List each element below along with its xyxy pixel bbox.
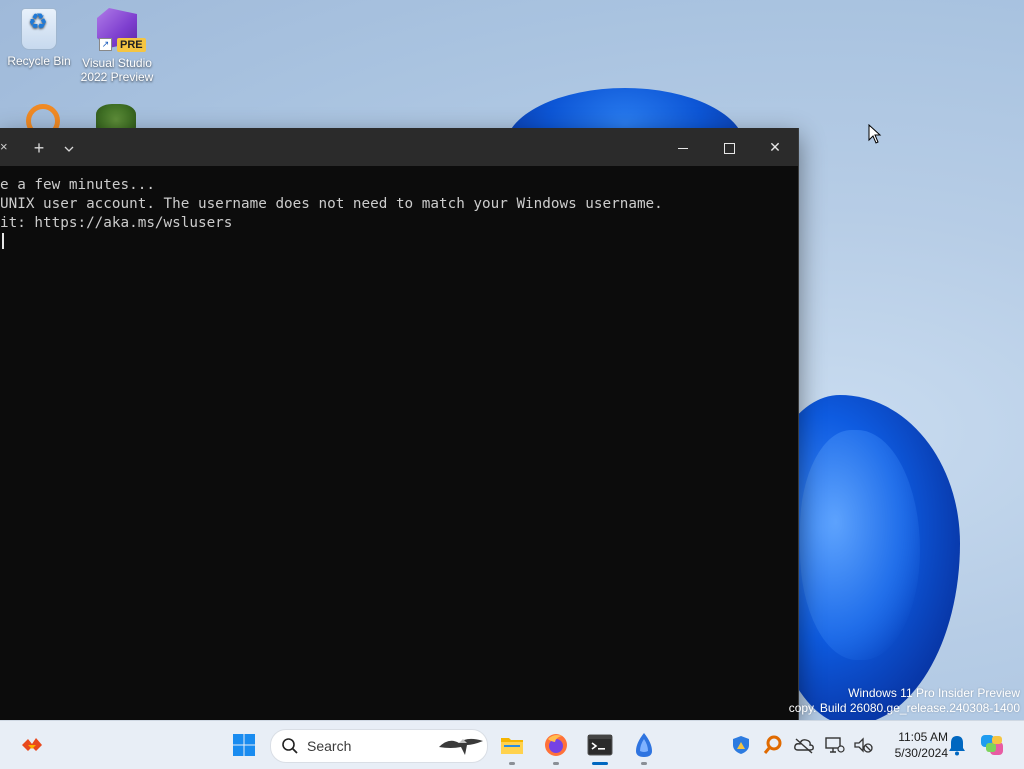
windows-start-icon bbox=[233, 734, 255, 756]
file-explorer-button[interactable] bbox=[494, 727, 530, 765]
text-cursor bbox=[2, 233, 4, 249]
desktop: Recycle Bin ↗ PRE Visual Studio 2022 Pre… bbox=[0, 0, 1024, 720]
search-icon bbox=[282, 738, 298, 754]
terminal-line: e a few minutes... bbox=[0, 177, 155, 193]
new-tab-button[interactable]: + bbox=[28, 137, 50, 159]
clock-time: 11:05 AM bbox=[898, 730, 948, 744]
widgets-button[interactable] bbox=[14, 727, 50, 763]
maximize-icon bbox=[723, 142, 735, 154]
clock-date: 5/30/2024 bbox=[894, 746, 948, 760]
widgets-icon bbox=[22, 738, 42, 751]
taskbar-search-box[interactable]: Search bbox=[270, 729, 488, 763]
taskbar: Search 11:05 AM 5/30/2024 bbox=[0, 720, 1024, 769]
running-indicator bbox=[509, 762, 515, 765]
desktop-icon-visual-studio[interactable]: ↗ PRE Visual Studio 2022 Preview bbox=[78, 8, 156, 84]
pre-badge: PRE bbox=[117, 38, 146, 52]
terminal-taskbar-button[interactable] bbox=[582, 727, 618, 765]
taskbar-clock[interactable]: 11:05 AM 5/30/2024 bbox=[878, 729, 948, 761]
desktop-icon-recycle-bin[interactable]: Recycle Bin bbox=[0, 8, 78, 68]
visual-studio-icon: ↗ PRE bbox=[95, 8, 146, 52]
copilot-icon bbox=[981, 735, 1003, 755]
terminal-line: it: https://aka.ms/wslusers bbox=[0, 215, 233, 231]
running-indicator bbox=[641, 762, 647, 765]
terminal-line: UNIX user account. The username does not… bbox=[0, 196, 663, 212]
close-icon: ✕ bbox=[769, 139, 781, 155]
search-highlight-icon bbox=[439, 738, 483, 755]
magnifier-app-icon bbox=[763, 735, 782, 754]
active-indicator bbox=[592, 762, 608, 765]
tray-security-button[interactable] bbox=[729, 733, 753, 757]
maximize-button[interactable] bbox=[706, 128, 752, 166]
file-explorer-icon bbox=[501, 738, 523, 754]
terminal-window[interactable]: × + ✕ e a few minutes... UNIX user accou… bbox=[0, 128, 799, 720]
desktop-icon-label: Recycle Bin bbox=[7, 54, 71, 68]
app-icon bbox=[636, 733, 652, 757]
chevron-down-icon bbox=[64, 146, 74, 152]
mouse-pointer-icon bbox=[868, 124, 882, 144]
minimize-button[interactable] bbox=[660, 128, 706, 166]
tray-network-button[interactable] bbox=[822, 733, 846, 757]
terminal-titlebar[interactable]: × + ✕ bbox=[0, 128, 798, 166]
desktop-icon-label: 2022 Preview bbox=[80, 70, 154, 84]
security-shield-icon bbox=[733, 736, 749, 754]
minimize-icon bbox=[678, 147, 688, 149]
notifications-button[interactable] bbox=[946, 733, 968, 757]
close-button[interactable]: ✕ bbox=[752, 128, 798, 166]
desktop-icon-partial[interactable] bbox=[96, 104, 136, 130]
desktop-icon-label: Visual Studio bbox=[82, 56, 152, 70]
network-icon bbox=[825, 737, 845, 753]
tray-volume-button[interactable] bbox=[851, 733, 875, 757]
watermark-line: Windows 11 Pro Insider Preview bbox=[848, 686, 1020, 700]
bell-icon bbox=[949, 736, 965, 756]
terminal-output[interactable]: e a few minutes... UNIX user account. Th… bbox=[0, 166, 798, 720]
firefox-button[interactable] bbox=[538, 727, 574, 765]
firefox-icon bbox=[545, 734, 567, 756]
volume-muted-icon bbox=[854, 737, 873, 753]
copilot-button[interactable] bbox=[978, 731, 1006, 759]
os-watermark: Windows 11 Pro Insider Preview copy. Bui… bbox=[789, 686, 1020, 716]
tab-dropdown-button[interactable] bbox=[58, 137, 80, 159]
recycle-bin-icon bbox=[21, 8, 57, 50]
running-indicator bbox=[553, 762, 559, 765]
taskbar-app-button[interactable] bbox=[626, 727, 662, 765]
start-button[interactable] bbox=[226, 727, 262, 763]
watermark-line: copy. Build 26080.ge_release.240308-1400 bbox=[788, 701, 1020, 715]
shortcut-arrow-icon: ↗ bbox=[99, 38, 112, 51]
search-label: Search bbox=[307, 738, 352, 754]
terminal-icon bbox=[587, 734, 613, 756]
tray-onedrive-button[interactable] bbox=[792, 733, 816, 757]
tray-app-button[interactable] bbox=[761, 733, 785, 757]
cloud-offline-icon bbox=[794, 738, 814, 754]
tab-close-icon[interactable]: × bbox=[0, 140, 8, 154]
